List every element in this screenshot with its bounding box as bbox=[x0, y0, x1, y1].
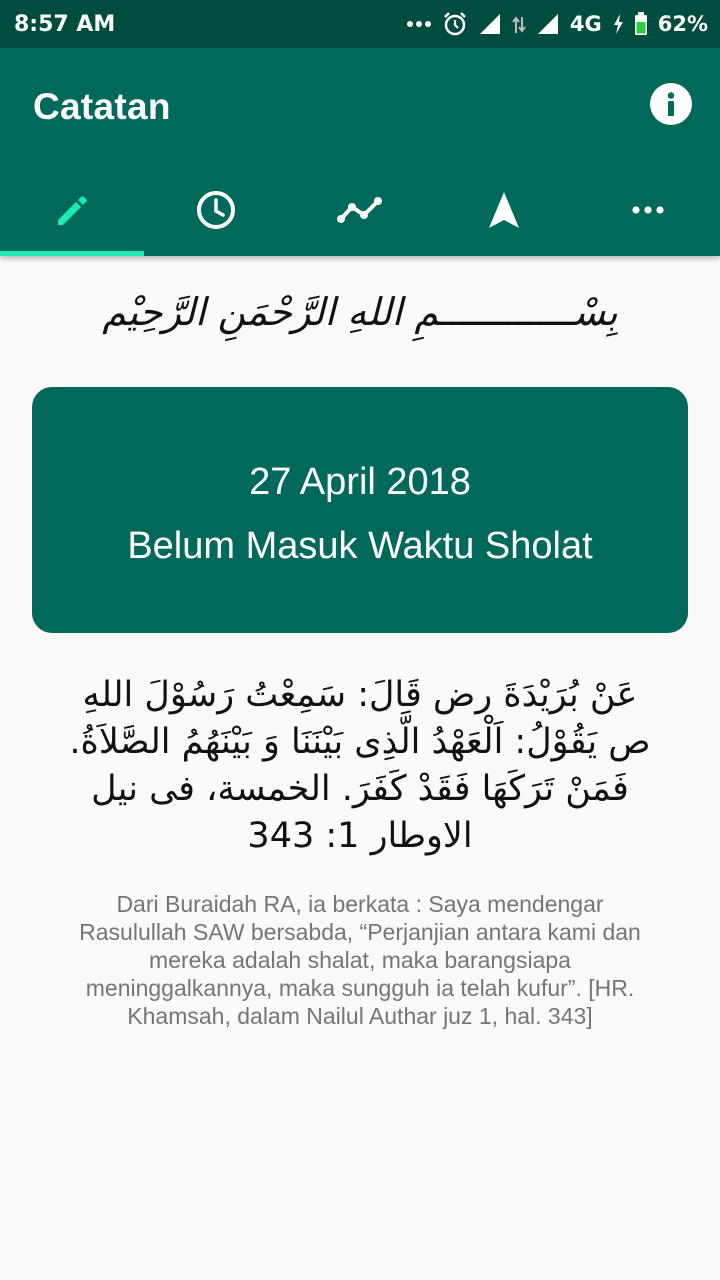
pencil-icon bbox=[58, 196, 87, 225]
status-icons: 4G 62% bbox=[406, 11, 708, 37]
info-button[interactable] bbox=[650, 83, 692, 125]
status-bar: 8:57 AM 4G 62% bbox=[0, 0, 720, 48]
app-bar: Catatan bbox=[0, 48, 720, 164]
app-title: Catatan bbox=[33, 86, 171, 127]
clock-icon bbox=[197, 191, 235, 229]
tab-bar bbox=[0, 164, 720, 256]
more-notifications-icon bbox=[406, 19, 432, 29]
network-type-label: 4G bbox=[569, 12, 602, 36]
battery-percent: 62% bbox=[657, 12, 708, 36]
hadith-translation: Dari Buraidah RA, ia berkata : Saya mend… bbox=[79, 891, 641, 1029]
signal-icon bbox=[478, 13, 502, 35]
data-arrows-icon bbox=[512, 13, 526, 35]
signal-icon bbox=[536, 13, 560, 35]
info-icon bbox=[667, 92, 675, 116]
navigation-arrow-icon bbox=[489, 192, 519, 228]
status-time: 8:57 AM bbox=[14, 11, 116, 37]
tab-qibla[interactable] bbox=[432, 164, 576, 256]
battery-icon bbox=[634, 12, 648, 36]
date-label: 27 April 2018 bbox=[249, 461, 471, 503]
tab-statistics[interactable] bbox=[288, 164, 432, 256]
more-horizontal-icon bbox=[632, 206, 664, 214]
tab-more[interactable] bbox=[576, 164, 720, 256]
alarm-icon bbox=[442, 11, 468, 37]
bismillah-text: بِسْــــــــــــمِ اللهِ الرَّحْمَنِ الر… bbox=[102, 290, 618, 334]
hadith-arabic: عَنْ بُرَيْدَةَ رض قَالَ: سَمِعْتُ رَسُو… bbox=[69, 675, 651, 856]
tab-notes[interactable] bbox=[0, 164, 144, 256]
trend-line-icon bbox=[337, 197, 382, 223]
tab-prayer-times[interactable] bbox=[144, 164, 288, 256]
charging-icon bbox=[612, 13, 624, 35]
tab-indicator bbox=[0, 251, 144, 256]
prayer-status-label: Belum Masuk Waktu Sholat bbox=[127, 525, 593, 567]
prayer-status-card: 27 April 2018 Belum Masuk Waktu Sholat bbox=[32, 387, 688, 633]
